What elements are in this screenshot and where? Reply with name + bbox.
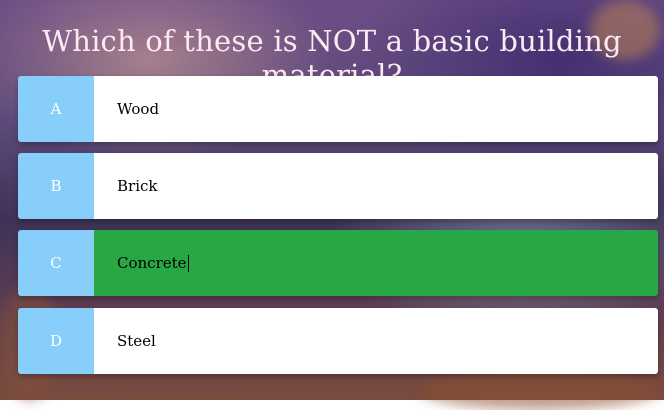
option-label: Wood bbox=[94, 76, 658, 142]
option-label: Brick bbox=[94, 153, 658, 219]
option-c-button[interactable]: C Concrete bbox=[18, 230, 658, 296]
option-letter: D bbox=[18, 308, 94, 374]
option-b-button[interactable]: B Brick bbox=[18, 153, 658, 219]
option-text: Steel bbox=[117, 332, 156, 350]
option-letter: C bbox=[18, 230, 94, 296]
text-cursor bbox=[187, 254, 189, 272]
option-d-button[interactable]: D Steel bbox=[18, 308, 658, 374]
option-text: Concrete bbox=[117, 254, 187, 272]
option-a-button[interactable]: A Wood bbox=[18, 76, 658, 142]
option-text: Brick bbox=[117, 177, 158, 195]
option-label: Concrete bbox=[94, 230, 658, 296]
option-letter: B bbox=[18, 153, 94, 219]
option-letter: A bbox=[18, 76, 94, 142]
option-text: Wood bbox=[117, 100, 160, 118]
background-decoration bbox=[420, 370, 660, 410]
option-label: Steel bbox=[94, 308, 658, 374]
